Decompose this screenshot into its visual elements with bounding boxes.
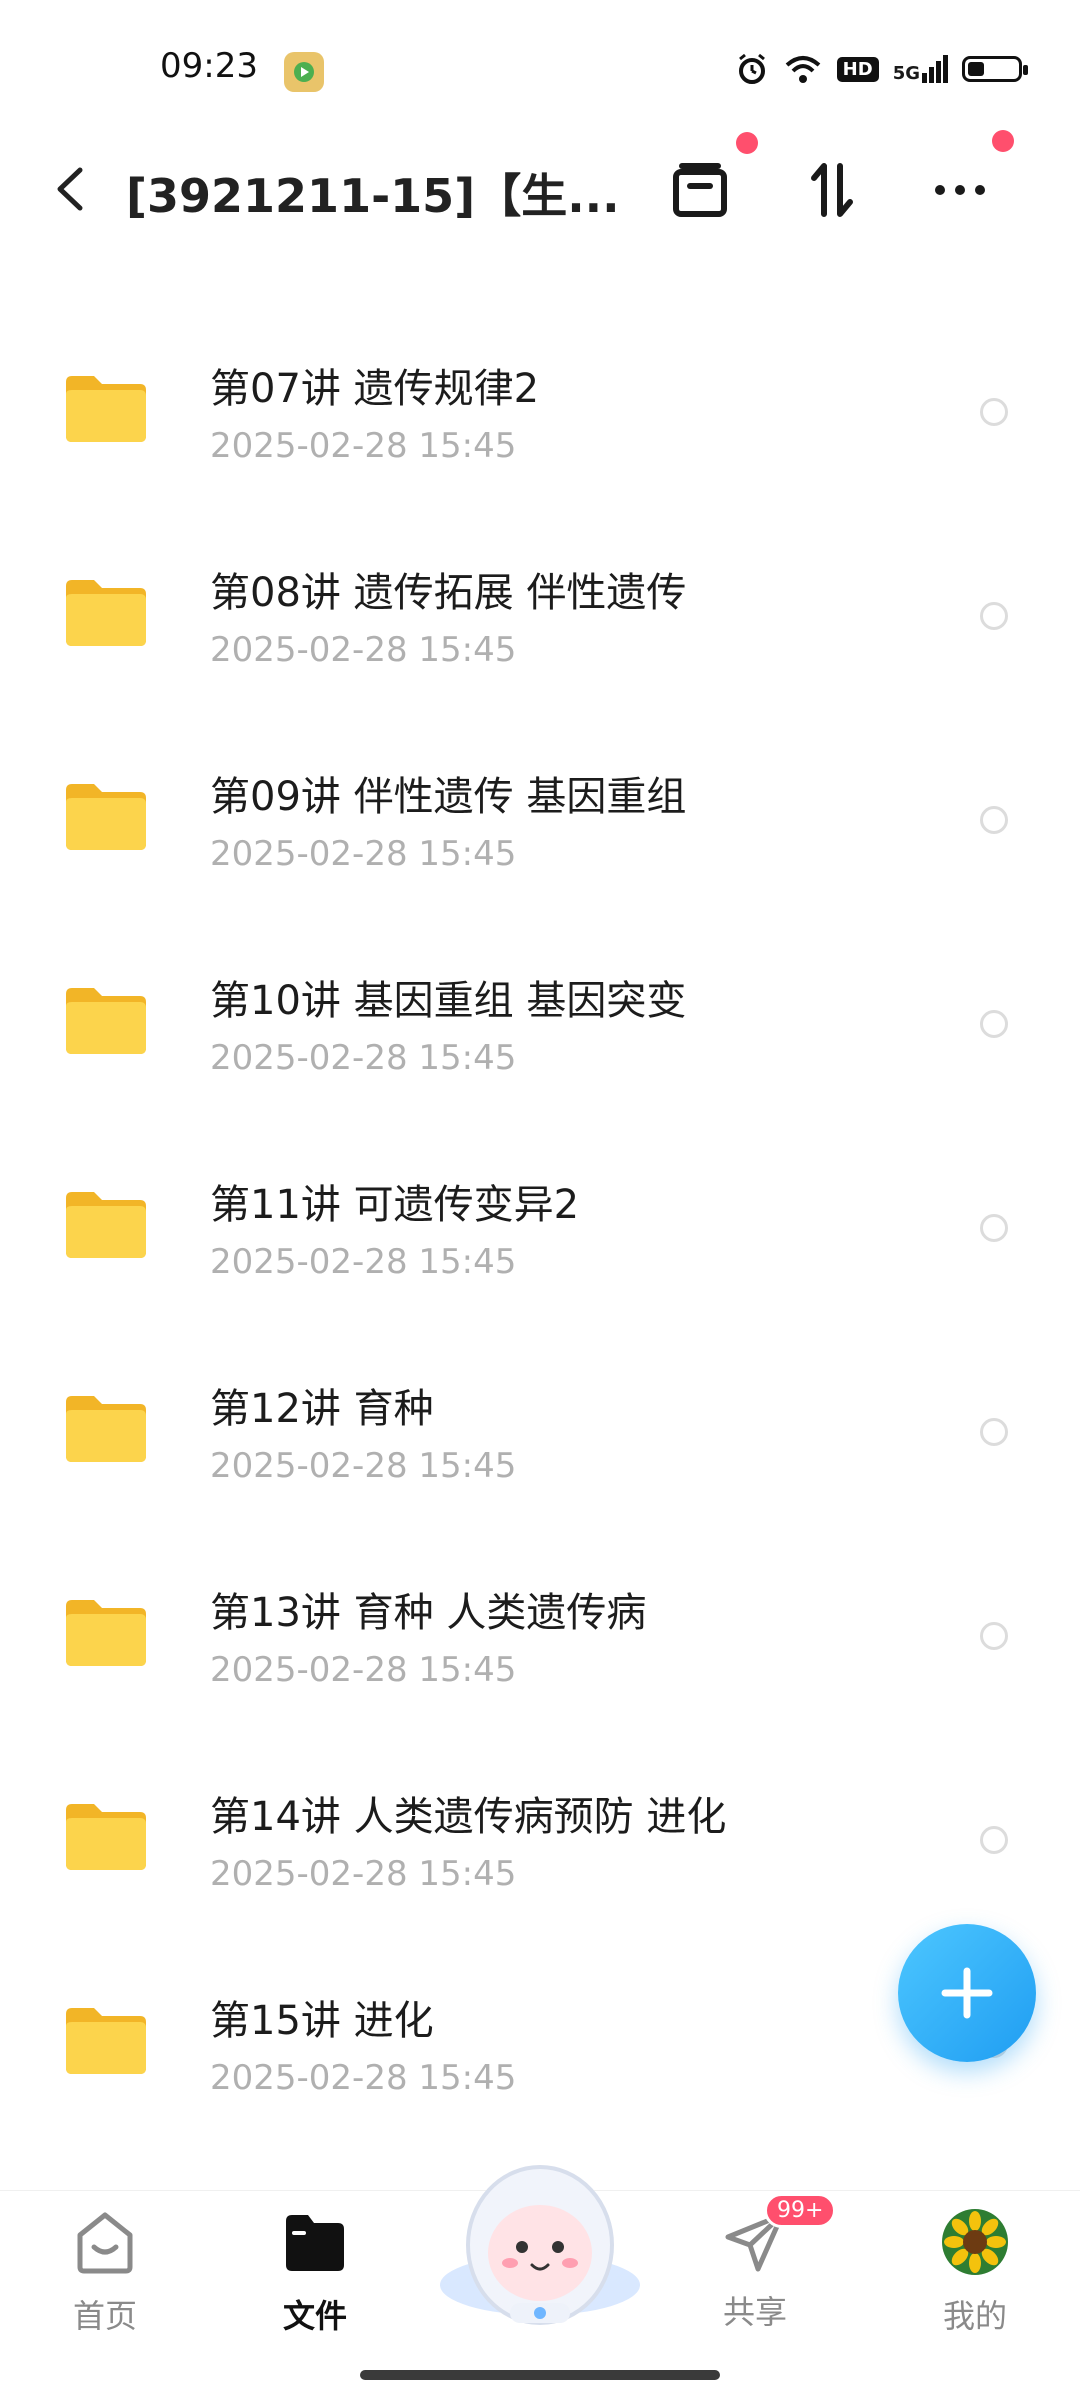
folder-icon [66,376,146,442]
folder-date: 2025-02-28 15:45 [210,1446,517,1486]
folder-name: 第15讲 进化 [210,1998,434,2044]
wifi-icon [785,56,820,83]
battery-icon [962,56,1028,82]
folder-date: 2025-02-28 15:45 [210,630,517,670]
archive-notification-dot [736,132,758,154]
folder-date: 2025-02-28 15:45 [210,1650,517,1690]
page-title: [3921211-15]【生... [126,169,620,223]
folder-date: 2025-02-28 15:45 [210,1242,517,1282]
archive-icon[interactable] [668,158,732,222]
sort-icon[interactable] [800,158,864,222]
nav-mine[interactable]: 我的 [910,2207,1040,2337]
folder-name: 第11讲 可遗传变异2 [210,1182,580,1228]
folder-icon [66,1396,146,1462]
list-item[interactable]: 第12讲 育种 2025-02-28 15:45 [0,1320,1080,1524]
nav-mine-label: 我的 [942,2297,1007,2335]
list-item[interactable]: 第13讲 育种 人类遗传病 2025-02-28 15:45 [0,1524,1080,1728]
folder-icon [66,1600,146,1666]
folder-icon [66,988,146,1054]
list-item[interactable]: 第07讲 遗传规律2 2025-02-28 15:45 [0,300,1080,504]
folder-icon [66,1192,146,1258]
folder-name: 第09讲 伴性遗传 基因重组 [210,774,687,820]
list-item[interactable]: 第11讲 可遗传变异2 2025-02-28 15:45 [0,1116,1080,1320]
home-icon [77,2212,133,2274]
folder-date: 2025-02-28 15:45 [210,1854,517,1894]
hd-icon: HD [836,56,879,82]
assistant-mascot-icon[interactable] [430,2135,650,2325]
add-button[interactable] [898,1924,1036,2062]
nav-home[interactable]: 首页 [40,2207,170,2337]
nav-share[interactable]: 99+ 共享 [690,2193,837,2333]
folder-name: 第13讲 育种 人类遗传病 [210,1590,647,1636]
folder-name: 第08讲 遗传拓展 伴性遗传 [210,570,687,616]
plus-icon [941,1967,993,2019]
select-checkbox[interactable] [980,398,1008,426]
folder-name: 第12讲 育种 [210,1386,434,1432]
list-item[interactable]: 第14讲 人类遗传病预防 进化 2025-02-28 15:45 [0,1728,1080,1932]
status-indicators: HD 5G [735,52,1028,86]
top-bar: [3921211-15]【生... [0,120,1080,260]
network-type: 5G [892,63,920,84]
select-checkbox[interactable] [980,1214,1008,1242]
select-checkbox[interactable] [980,1826,1008,1854]
select-checkbox[interactable] [980,806,1008,834]
share-badge: 99+ [764,2193,837,2228]
list-item[interactable]: 第09讲 伴性遗传 基因重组 2025-02-28 15:45 [0,708,1080,912]
file-list: 第07讲 遗传规律2 2025-02-28 15:45 第08讲 遗传拓展 伴性… [0,300,1080,2136]
status-time: 09:23 [160,46,258,86]
back-arrow-icon[interactable] [50,164,90,214]
folder-icon [66,2008,146,2074]
avatar [942,2209,1008,2275]
folder-icon [66,580,146,646]
folder-icon [66,1804,146,1870]
list-item[interactable]: 第08讲 遗传拓展 伴性遗传 2025-02-28 15:45 [0,504,1080,708]
folder-name: 第14讲 人类遗传病预防 进化 [210,1794,727,1840]
select-checkbox[interactable] [980,1418,1008,1446]
home-indicator[interactable] [360,2370,720,2380]
app-notification-icon [284,52,324,92]
folder-name: 第10讲 基因重组 基因突变 [210,978,687,1024]
nav-files[interactable]: 文件 [250,2207,380,2337]
alarm-icon [738,53,765,84]
more-notification-dot [992,130,1014,152]
nav-home-label: 首页 [72,2297,137,2335]
list-item[interactable]: 第10讲 基因重组 基因突变 2025-02-28 15:45 [0,912,1080,1116]
folder-date: 2025-02-28 15:45 [210,2058,517,2098]
select-checkbox[interactable] [980,602,1008,630]
signal-icon: 5G [893,55,948,83]
folder-date: 2025-02-28 15:45 [210,834,517,874]
status-bar: 09:23 HD 5G [0,0,1080,120]
folder-date: 2025-02-28 15:45 [210,1038,517,1078]
folder-date: 2025-02-28 15:45 [210,426,517,466]
select-checkbox[interactable] [980,1010,1008,1038]
folder-name: 第07讲 遗传规律2 [210,366,540,412]
folder-nav-icon [286,2215,344,2271]
more-options-icon[interactable] [928,158,992,222]
nav-files-label: 文件 [282,2297,347,2335]
folder-icon [66,784,146,850]
nav-share-label: 共享 [722,2293,787,2331]
select-checkbox[interactable] [980,1622,1008,1650]
